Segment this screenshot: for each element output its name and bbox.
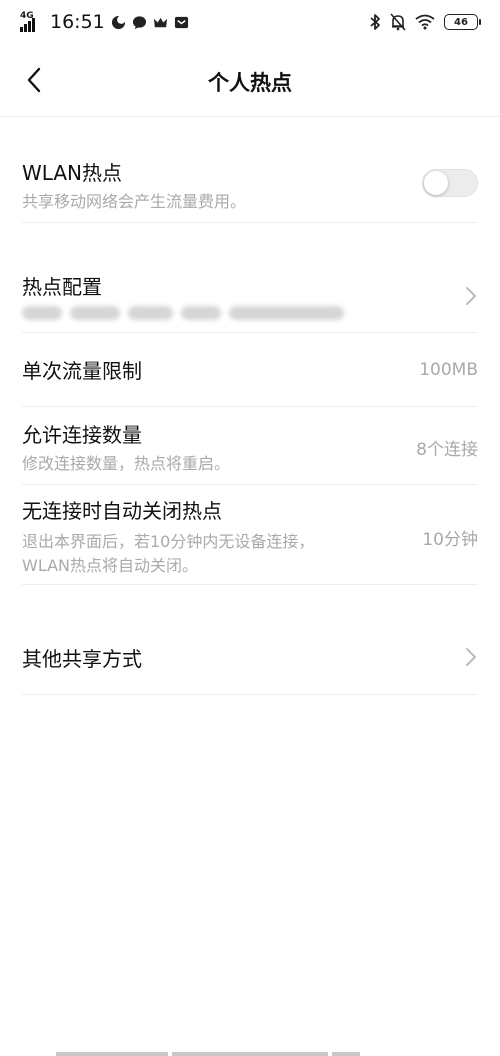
navigation-bar xyxy=(0,1050,500,1056)
allowed-connections-value: 8个连接 xyxy=(416,440,478,460)
divider xyxy=(22,694,478,695)
divider xyxy=(22,584,478,585)
allowed-connections-subtitle: 修改连接数量，热点将重启。 xyxy=(22,454,231,473)
redacted-hotspot-name xyxy=(22,303,357,323)
crown-icon xyxy=(153,17,167,27)
auto-off-subtitle-line2: WLAN热点将自动关闭。 xyxy=(22,556,199,575)
chevron-right-icon xyxy=(466,648,476,666)
wlan-hotspot-title: WLAN热点 xyxy=(22,161,123,185)
other-sharing-title: 其他共享方式 xyxy=(22,647,142,671)
other-sharing-row[interactable]: 其他共享方式 xyxy=(0,615,500,695)
hotspot-config-title: 热点配置 xyxy=(22,275,102,299)
data-limit-title: 单次流量限制 xyxy=(22,359,142,383)
battery-icon: 46 xyxy=(444,14,481,30)
allowed-connections-row[interactable]: 允许连接数量 修改连接数量，热点将重启。 8个连接 xyxy=(0,407,500,485)
data-limit-row[interactable]: 单次流量限制 100MB xyxy=(0,333,500,407)
clock: 16:51 xyxy=(50,11,105,33)
bell-off-icon xyxy=(390,13,406,31)
mail-icon xyxy=(174,16,188,28)
moon-icon xyxy=(111,14,126,29)
auto-off-title: 无连接时自动关闭热点 xyxy=(22,499,222,523)
chevron-right-icon xyxy=(466,287,476,305)
toggle-knob xyxy=(424,171,448,195)
allowed-connections-title: 允许连接数量 xyxy=(22,423,142,447)
signal-icon: 4G xyxy=(20,11,42,32)
bluetooth-icon xyxy=(370,14,380,30)
header: 个人热点 xyxy=(0,44,500,117)
wifi-icon xyxy=(415,14,435,30)
status-bar: 4G 16:51 46 xyxy=(0,0,500,44)
page-title: 个人热点 xyxy=(208,71,292,95)
wlan-hotspot-toggle[interactable] xyxy=(422,169,478,197)
data-limit-value: 100MB xyxy=(419,360,478,380)
chat-icon xyxy=(132,15,146,29)
wlan-hotspot-subtitle: 共享移动网络会产生流量费用。 xyxy=(22,192,247,211)
wlan-hotspot-row[interactable]: WLAN热点 共享移动网络会产生流量费用。 xyxy=(0,117,500,223)
auto-off-row[interactable]: 无连接时自动关闭热点 退出本界面后，若10分钟内无设备连接， WLAN热点将自动… xyxy=(0,485,500,585)
battery-level: 46 xyxy=(454,16,468,28)
auto-off-value: 10分钟 xyxy=(422,530,478,550)
auto-off-subtitle-line1: 退出本界面后，若10分钟内无设备连接， xyxy=(22,532,315,551)
